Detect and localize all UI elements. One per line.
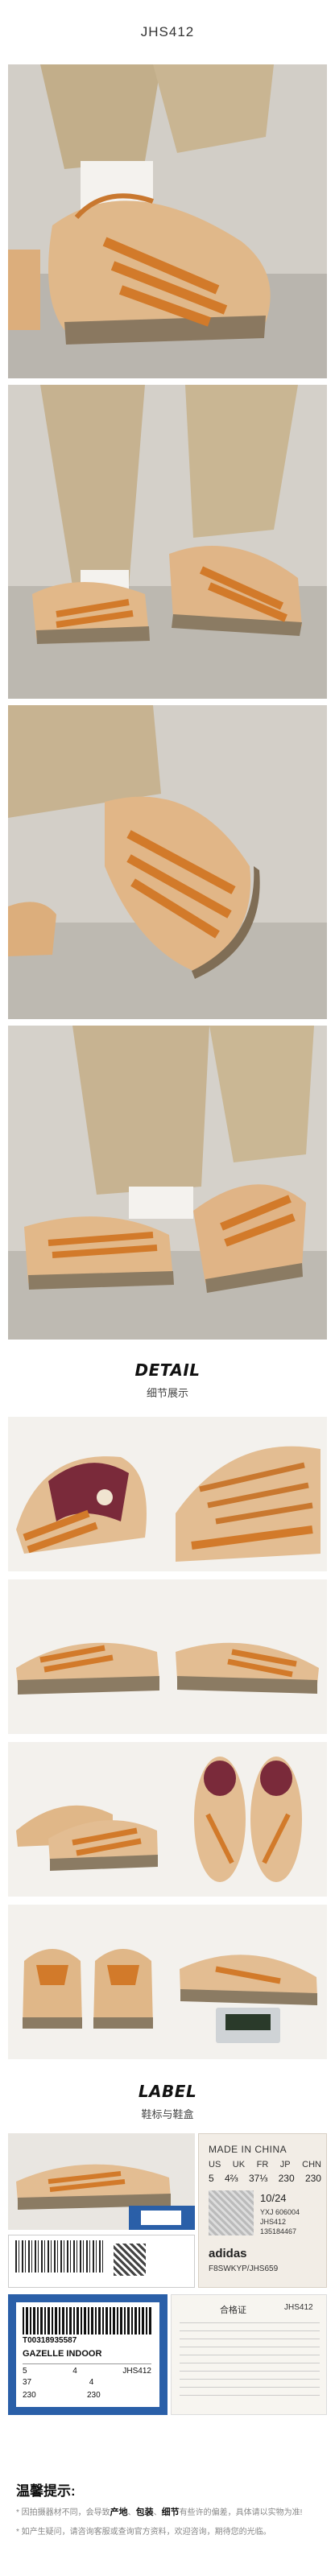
- detail-photo-scale: [168, 1905, 327, 2059]
- box-label: T00318935587 GAZELLE INDOOR 5 4 JHS412 3…: [8, 2294, 168, 2415]
- label-title-cn: 鞋标与鞋盒: [141, 2108, 194, 2120]
- barcode-icon: [15, 2240, 104, 2273]
- shoe-tag-code-b: JHS412: [260, 2218, 287, 2226]
- label-heading: LABEL 鞋标与鞋盒: [0, 2082, 335, 2121]
- box-sizes-last: 230 230: [23, 2391, 151, 2400]
- tips-section: 温馨提示: * 因拍摄器材不同，会导致产地、包装、细节有些许的偏差，具体请以实物…: [16, 2479, 319, 2538]
- product-photo-3: [8, 705, 327, 1019]
- tips-line1-prefix: * 因拍摄器材不同，会导致: [16, 2508, 110, 2517]
- detail-photo-laces: [168, 1417, 327, 1571]
- tips-sep-2: 、: [153, 2508, 162, 2517]
- shoe-tag-code-d: F8SWKYP/JHS659: [209, 2264, 279, 2273]
- certificate-title: 合格证: [220, 2306, 246, 2315]
- size-header-fr: FR: [256, 2160, 269, 2169]
- detail-title-cn: 细节展示: [146, 1387, 188, 1399]
- shoe-on-box-photo: [8, 2133, 195, 2230]
- certificate-code: JHS412: [284, 2303, 313, 2312]
- qr-code-icon: [114, 2244, 146, 2276]
- box-size-r0: 37: [23, 2378, 32, 2387]
- shoe-tag-size-headers: US UK FR JP CHN: [209, 2160, 321, 2169]
- tips-line1-suffix: 有些许的偏差，具体请以实物为准!: [179, 2508, 303, 2517]
- detail-photo-side-right: [168, 1579, 327, 1734]
- detail-photo-heel-inside: [8, 1417, 168, 1571]
- product-code: JHS412: [140, 24, 195, 39]
- size-header-chn: CHN: [302, 2160, 321, 2169]
- box-size-h2: JHS412: [122, 2367, 151, 2376]
- size-value-jp: 230: [278, 2173, 295, 2184]
- shoe-tag-code-c: 135184467: [260, 2227, 297, 2235]
- size-header-us: US: [209, 2160, 221, 2169]
- box-size-h0: 5: [23, 2367, 27, 2376]
- box-size-l1: 230: [87, 2391, 101, 2400]
- box-size-h1: 4: [72, 2367, 77, 2376]
- qr-code-icon: [209, 2190, 254, 2235]
- size-value-us: 5: [209, 2173, 214, 2184]
- tips-line-2: * 如产生疑问，请咨询客服或查询官方资料，欢迎咨询，期待您的光临。: [16, 2527, 271, 2537]
- shoe-tag-code-a: YXJ 606004: [260, 2208, 300, 2216]
- shoe-tag-made-in: MADE IN CHINA: [209, 2144, 287, 2155]
- product-photo-1: [8, 64, 327, 378]
- barcode-icon: [23, 2307, 151, 2334]
- label-title-en: LABEL: [138, 2082, 197, 2101]
- size-value-uk: 4⅔: [224, 2173, 238, 2184]
- detail-photo-heels: [8, 1905, 168, 2059]
- certificate-fine-print: [180, 2322, 320, 2403]
- product-photo-2: [8, 385, 327, 699]
- tips-bold-origin: 产地: [110, 2508, 128, 2517]
- detail-photo-pair-angle: [8, 1742, 168, 1897]
- tips-line-1: * 因拍摄器材不同，会导致产地、包装、细节有些许的偏差，具体请以实物为准!: [16, 2506, 319, 2520]
- tips-heading: 温馨提示:: [16, 2483, 76, 2499]
- size-header-uk: UK: [232, 2160, 246, 2169]
- certificate-card: 合格证 JHS412: [171, 2294, 327, 2415]
- size-header-jp: JP: [279, 2160, 291, 2169]
- box-label-sticker: T00318935587 GAZELLE INDOOR 5 4 JHS412 3…: [16, 2302, 159, 2407]
- product-photo-4: [8, 1026, 327, 1340]
- size-value-chn: 230: [304, 2173, 321, 2184]
- box-sizes-header: 5 4 JHS412: [23, 2363, 151, 2376]
- tips-bold-details: 细节: [161, 2508, 180, 2517]
- detail-title-en: DETAIL: [134, 1360, 201, 1380]
- shoe-tag: MADE IN CHINA US UK FR JP CHN 5 4⅔ 37⅓ 2…: [198, 2133, 327, 2288]
- size-value-fr: 37⅓: [248, 2173, 268, 2184]
- box-sizes-row: 37 4: [23, 2378, 151, 2387]
- detail-photo-top-view: [168, 1742, 327, 1897]
- box-label-preview: [8, 2235, 195, 2288]
- detail-heading: DETAIL 细节展示: [0, 1360, 335, 1400]
- box-size-l0: 230: [23, 2391, 36, 2400]
- detail-photo-side-left: [8, 1579, 168, 1734]
- box-barcode-number: T00318935587: [23, 2336, 77, 2345]
- box-size-r1: 4: [89, 2378, 94, 2387]
- shoe-tag-size-values: 5 4⅔ 37⅓ 230 230: [209, 2173, 321, 2184]
- box-model-name: GAZELLE INDOOR: [23, 2349, 102, 2359]
- shoe-tag-date: 10/24: [260, 2192, 287, 2204]
- tips-bold-packaging: 包装: [135, 2508, 154, 2517]
- shoe-tag-brand: adidas: [209, 2247, 247, 2260]
- tips-sep-1: 、: [127, 2508, 136, 2517]
